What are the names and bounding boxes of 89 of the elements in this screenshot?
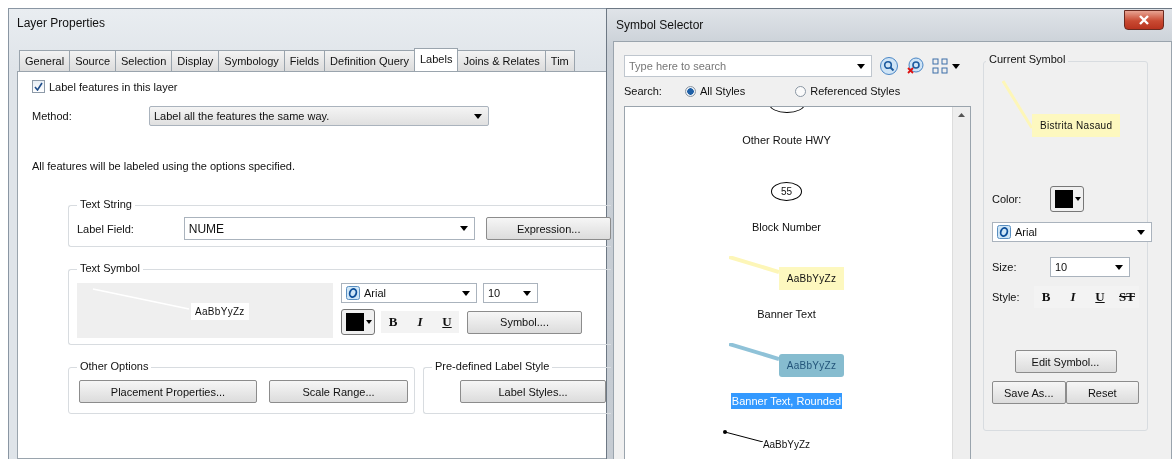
field-label: Method: bbox=[32, 110, 73, 122]
save-as-button[interactable]: Save As... bbox=[992, 381, 1066, 404]
caret-icon bbox=[1137, 229, 1145, 235]
color-swatch bbox=[1055, 190, 1073, 208]
tab[interactable]: Display bbox=[171, 50, 220, 71]
search-icon bbox=[880, 57, 898, 75]
info-text: All features will be labeled using the options specified. bbox=[32, 160, 296, 172]
tab[interactable]: Selection bbox=[115, 50, 173, 71]
radio-label: All Styles bbox=[700, 85, 746, 97]
style-button[interactable]: ST bbox=[1115, 286, 1139, 308]
grid-icon bbox=[932, 58, 948, 74]
radio-button[interactable] bbox=[685, 85, 696, 97]
method-dropdown[interactable]: Label all the features the same way. bbox=[149, 106, 489, 126]
color-swatch bbox=[346, 313, 364, 331]
caret-icon bbox=[857, 63, 865, 69]
scroll-up-icon bbox=[958, 113, 965, 117]
banner-symbol: AaBbYyZz bbox=[778, 266, 845, 290]
style-button[interactable]: B bbox=[381, 311, 405, 333]
field-label: Label Field: bbox=[77, 222, 135, 235]
checkmark-icon bbox=[34, 82, 43, 91]
group-title: Pre-defined Label Style bbox=[432, 360, 553, 372]
tab[interactable]: Source bbox=[69, 50, 116, 71]
tab[interactable]: Tim bbox=[544, 50, 575, 71]
label-field-dropdown[interactable]: NUME bbox=[183, 217, 476, 240]
caret-icon bbox=[1115, 264, 1123, 270]
scale-range-button[interactable]: Scale Range... bbox=[269, 380, 408, 403]
font-type-icon bbox=[346, 286, 360, 300]
leader-line bbox=[728, 256, 779, 274]
size-dropdown[interactable]: 10 bbox=[483, 283, 538, 303]
sample-text: AaBbYyZz bbox=[762, 439, 811, 451]
symbol-name[interactable]: Block Number bbox=[750, 219, 823, 235]
placement-properties-button[interactable]: Placement Properties... bbox=[79, 380, 257, 403]
symbol-name[interactable]: Other Route HWY bbox=[741, 132, 832, 148]
radio-option[interactable]: All Styles bbox=[685, 85, 746, 97]
group-title: Text Symbol bbox=[77, 262, 143, 274]
color-picker[interactable] bbox=[1050, 186, 1084, 212]
style-button[interactable]: U bbox=[435, 311, 459, 333]
tab[interactable]: General bbox=[19, 50, 71, 71]
font-dropdown[interactable]: Arial bbox=[341, 283, 477, 303]
field-label: Style: bbox=[992, 291, 1021, 303]
field-label: Search: bbox=[624, 85, 663, 97]
reset-button[interactable]: Reset bbox=[1065, 381, 1139, 404]
tab[interactable]: Fields bbox=[283, 50, 326, 71]
leader-line bbox=[1002, 80, 1032, 130]
caret-icon bbox=[474, 113, 482, 119]
field-label: Color: bbox=[992, 193, 1023, 205]
view-options-button[interactable] bbox=[932, 58, 960, 74]
radio-button[interactable] bbox=[795, 85, 807, 97]
style-button[interactable]: U bbox=[1088, 286, 1112, 308]
label-styles-button[interactable]: Label Styles... bbox=[460, 380, 606, 403]
symbol-button[interactable]: Symbol.... bbox=[467, 310, 582, 334]
window-title: Symbol Selector bbox=[616, 18, 705, 32]
close-icon bbox=[1138, 15, 1150, 25]
leader-line bbox=[728, 343, 779, 361]
caret-icon bbox=[1075, 197, 1081, 201]
tab[interactable]: Symbology bbox=[218, 50, 285, 71]
close-button[interactable] bbox=[1124, 10, 1164, 30]
clear-search-icon bbox=[906, 57, 924, 75]
symbol-name[interactable]: Banner Text bbox=[756, 306, 817, 322]
font-type-icon bbox=[997, 225, 1011, 239]
color-picker[interactable] bbox=[341, 309, 375, 335]
group-title: Current Symbol bbox=[986, 53, 1069, 65]
caret-icon bbox=[366, 320, 372, 324]
tab[interactable]: Definition Query bbox=[324, 50, 415, 71]
style-button[interactable]: I bbox=[408, 311, 432, 333]
edit-symbol-button[interactable]: Edit Symbol... bbox=[1014, 350, 1117, 373]
style-button[interactable]: B bbox=[1034, 286, 1058, 308]
leader-arrow bbox=[722, 430, 763, 442]
caret-icon bbox=[462, 290, 470, 296]
size-dropdown[interactable]: 10 bbox=[1050, 257, 1130, 277]
group-title: Other Options bbox=[77, 360, 152, 372]
banner-symbol: AaBbYyZz bbox=[778, 353, 845, 377]
tab[interactable]: Joins & Relates bbox=[457, 50, 546, 71]
group-title: Text String bbox=[77, 198, 135, 210]
search-field[interactable]: Type here to search bbox=[624, 55, 872, 77]
window-title: Layer Properties bbox=[17, 15, 106, 32]
style-button[interactable]: I bbox=[1061, 286, 1085, 308]
checkbox-label: Label features in this layer bbox=[49, 80, 178, 93]
tab[interactable]: Labels bbox=[414, 48, 459, 71]
expression-button[interactable]: Expression... bbox=[486, 217, 611, 240]
field-label: Size: bbox=[992, 261, 1018, 273]
caret-icon bbox=[952, 63, 960, 69]
scrollbar[interactable] bbox=[952, 107, 970, 459]
caret-icon bbox=[523, 290, 531, 296]
caret-icon bbox=[460, 226, 469, 231]
sample-text: AaBbYyZz bbox=[191, 303, 249, 320]
font-dropdown[interactable]: Arial bbox=[992, 222, 1152, 242]
checkbox[interactable] bbox=[32, 80, 45, 93]
banner-symbol: Bistrita Nasaud bbox=[1032, 114, 1121, 137]
